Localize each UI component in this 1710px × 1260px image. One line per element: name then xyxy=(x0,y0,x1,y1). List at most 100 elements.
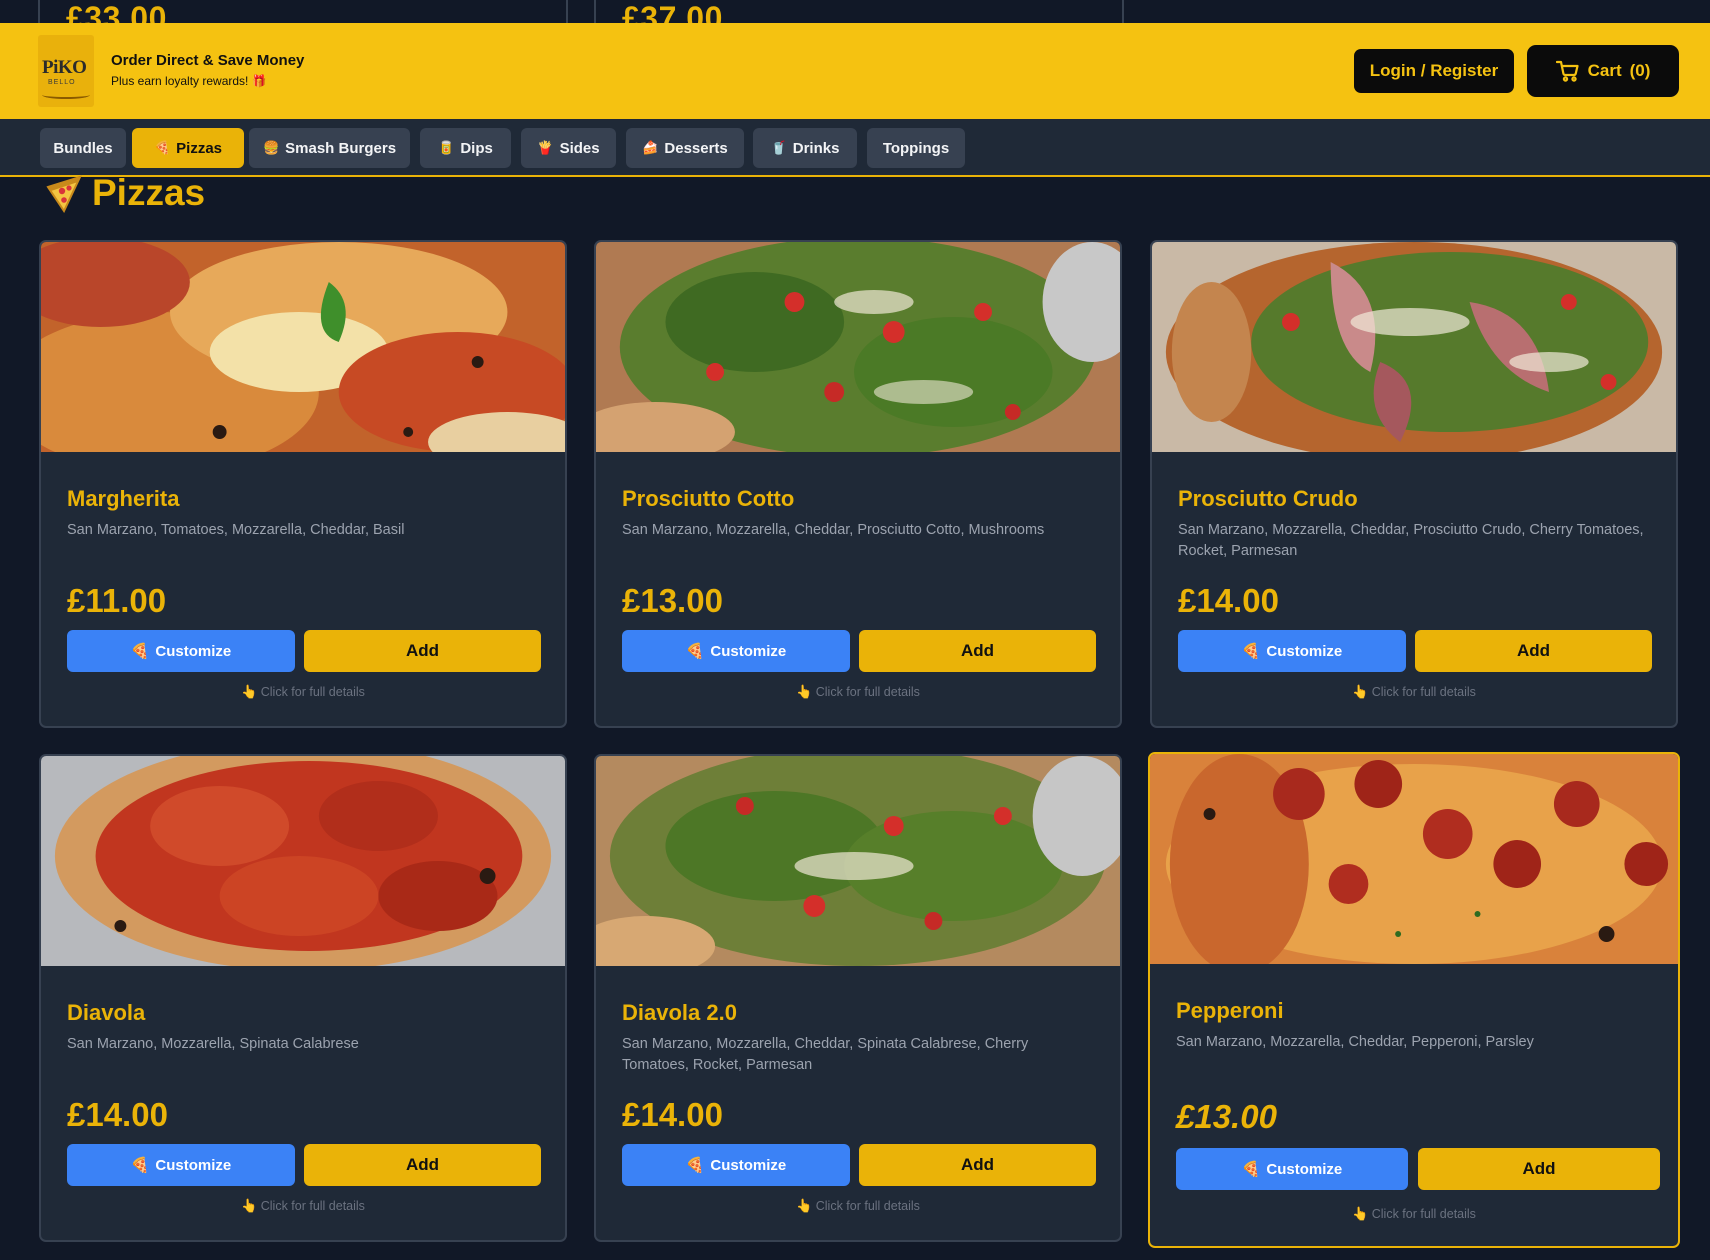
pointing-hand-icon: 👆 xyxy=(241,1198,258,1213)
product-image[interactable] xyxy=(41,756,565,966)
product-description: San Marzano, Tomatoes, Mozzarella, Chedd… xyxy=(67,522,405,538)
product-price: £13.00 xyxy=(622,582,723,619)
cup-icon: 🥤 xyxy=(770,140,787,155)
category-nav: Bundles 🍕 Pizzas 🍔 Smash Burgers 🥫 Dips … xyxy=(0,119,1710,177)
customize-button[interactable]: 🍕 Customize xyxy=(67,1144,295,1186)
customize-button[interactable]: 🍕 Customize xyxy=(1176,1148,1408,1190)
details-hint[interactable]: 👆 Click for full details xyxy=(596,684,1120,700)
product-image[interactable] xyxy=(596,756,1120,966)
pointing-hand-icon: 👆 xyxy=(1352,684,1369,699)
product-card-pepperoni[interactable]: Pepperoni San Marzano, Mozzarella, Chedd… xyxy=(1148,752,1680,1248)
pizza-icon: 🍕 xyxy=(1241,1161,1261,1178)
pizza-icon: 🍕 xyxy=(685,643,705,660)
product-description: San Marzano, Mozzarella, Cheddar, Prosci… xyxy=(1178,522,1644,559)
customize-label: Customize xyxy=(1266,642,1343,660)
product-name: Diavola 2.0 xyxy=(622,1000,737,1025)
pizza-icon: 🍕 xyxy=(130,643,150,660)
cart-count: (0) xyxy=(1629,61,1651,80)
previous-product-card[interactable]: £37.00 xyxy=(594,0,1124,25)
details-hint[interactable]: 👆 Click for full details xyxy=(1152,684,1676,700)
tagline-title: Order Direct & Save Money xyxy=(111,52,305,69)
category-label: Pizzas xyxy=(176,139,223,157)
category-label: Bundles xyxy=(53,139,113,157)
add-button[interactable]: Add xyxy=(859,1144,1096,1186)
add-button[interactable]: Add xyxy=(304,1144,541,1186)
product-card-margherita[interactable]: Margherita San Marzano, Tomatoes, Mozzar… xyxy=(39,240,567,728)
customize-label: Customize xyxy=(710,642,787,660)
pointing-hand-icon: 👆 xyxy=(1352,1206,1369,1221)
customize-label: Customize xyxy=(155,1156,232,1174)
add-button[interactable]: Add xyxy=(1415,630,1652,672)
product-image[interactable] xyxy=(41,242,565,452)
category-tab-drinks[interactable]: 🥤 Drinks xyxy=(753,128,857,168)
category-tab-pizzas[interactable]: 🍕 Pizzas xyxy=(132,128,244,168)
customize-label: Customize xyxy=(1266,1160,1343,1178)
customize-button[interactable]: 🍕 Customize xyxy=(67,630,295,672)
details-hint[interactable]: 👆 Click for full details xyxy=(596,1198,1120,1214)
details-hint-text: Click for full details xyxy=(815,685,920,699)
pointing-hand-icon: 👆 xyxy=(796,684,813,699)
customize-button[interactable]: 🍕 Customize xyxy=(622,630,850,672)
cart-label: Cart xyxy=(1587,61,1622,80)
category-tab-bundles[interactable]: Bundles xyxy=(40,128,126,168)
login-register-button[interactable]: Login / Register xyxy=(1354,49,1514,93)
product-price: £33.00 xyxy=(66,0,167,25)
details-hint[interactable]: 👆 Click for full details xyxy=(41,684,565,700)
product-price: £14.00 xyxy=(67,1096,168,1133)
details-hint[interactable]: 👆 Click for full details xyxy=(1150,1206,1678,1222)
product-price: £14.00 xyxy=(1178,582,1279,619)
product-image[interactable] xyxy=(1152,242,1676,452)
category-label: Desserts xyxy=(664,139,728,157)
product-description: San Marzano, Mozzarella, Cheddar, Pepper… xyxy=(1176,1034,1534,1050)
product-card-diavola-2[interactable]: Diavola 2.0 San Marzano, Mozzarella, Che… xyxy=(594,754,1122,1242)
previous-product-card[interactable]: £33.00 xyxy=(38,0,568,25)
category-tab-toppings[interactable]: Toppings xyxy=(867,128,965,168)
category-label: Smash Burgers xyxy=(285,139,397,157)
product-name: Diavola xyxy=(67,1000,146,1025)
add-button[interactable]: Add xyxy=(1418,1148,1660,1190)
product-price: £13.00 xyxy=(1176,1098,1277,1135)
pizza-icon: 🍕 xyxy=(153,140,171,155)
product-card-diavola[interactable]: Diavola San Marzano, Mozzarella, Spinata… xyxy=(39,754,567,1242)
details-hint[interactable]: 👆 Click for full details xyxy=(41,1198,565,1214)
product-card-prosciutto-cotto[interactable]: Prosciutto Cotto San Marzano, Mozzarella… xyxy=(594,240,1122,728)
tagline-subtitle-text: Plus earn loyalty rewards! xyxy=(111,74,249,88)
product-name: Prosciutto Crudo xyxy=(1178,486,1358,511)
product-card-prosciutto-crudo[interactable]: Prosciutto Crudo San Marzano, Mozzarella… xyxy=(1150,240,1678,728)
details-hint-text: Click for full details xyxy=(260,685,365,699)
logo-subtext: BELLO xyxy=(48,79,76,86)
category-label: Drinks xyxy=(792,139,840,157)
details-hint-text: Click for full details xyxy=(1371,1207,1476,1221)
section-title: Pizzas xyxy=(92,172,206,213)
product-price: £37.00 xyxy=(622,0,723,25)
cart-button[interactable]: Cart (0) xyxy=(1527,45,1679,97)
brand-logo[interactable]: PiKO BELLO xyxy=(38,35,94,107)
product-image[interactable] xyxy=(1150,754,1678,964)
dip-jar-icon: 🥫 xyxy=(438,140,455,155)
customize-label: Customize xyxy=(710,1156,787,1174)
gift-icon: 🎁 xyxy=(251,74,267,88)
pizza-slice-icon xyxy=(46,175,82,213)
customize-button[interactable]: 🍕 Customize xyxy=(1178,630,1406,672)
burger-icon: 🍔 xyxy=(262,140,280,155)
category-tab-desserts[interactable]: 🍰 Desserts xyxy=(626,128,744,168)
site-header: PiKO BELLO Order Direct & Save Money Plu… xyxy=(0,23,1710,119)
category-label: Dips xyxy=(460,139,493,157)
product-image[interactable] xyxy=(596,242,1120,452)
logo-text: PiKO xyxy=(42,57,87,78)
category-label: Sides xyxy=(559,139,600,157)
customize-button[interactable]: 🍕 Customize xyxy=(622,1144,850,1186)
product-price: £14.00 xyxy=(622,1096,723,1133)
category-tab-sides[interactable]: 🍟 Sides xyxy=(521,128,616,168)
logo-swoosh xyxy=(42,91,90,99)
add-button[interactable]: Add xyxy=(859,630,1096,672)
product-description: San Marzano, Mozzarella, Cheddar, Spinat… xyxy=(622,1036,1029,1073)
details-hint-text: Click for full details xyxy=(815,1199,920,1213)
category-tab-dips[interactable]: 🥫 Dips xyxy=(420,128,511,168)
fries-icon: 🍟 xyxy=(537,140,554,155)
category-tab-smash-burgers[interactable]: 🍔 Smash Burgers xyxy=(249,128,410,168)
details-hint-text: Click for full details xyxy=(260,1199,365,1213)
cart-icon xyxy=(1555,60,1579,82)
customize-label: Customize xyxy=(155,642,232,660)
add-button[interactable]: Add xyxy=(304,630,541,672)
